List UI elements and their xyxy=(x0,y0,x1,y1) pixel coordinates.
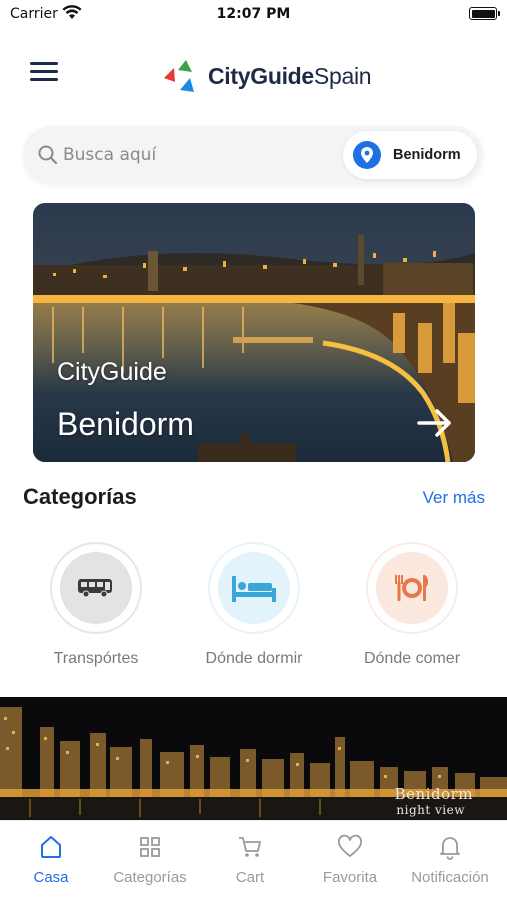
tab-home[interactable]: Casa xyxy=(1,833,101,886)
category-transport[interactable]: Transpórtes xyxy=(26,542,166,668)
categories-section-header: Categorías Ver más xyxy=(23,484,485,516)
app-header: CityGuideSpain xyxy=(0,52,507,100)
bell-icon xyxy=(440,837,460,860)
logo-triangles-icon xyxy=(164,60,194,92)
cart-icon xyxy=(239,837,261,857)
grid-icon xyxy=(140,837,160,857)
category-circle xyxy=(366,542,458,634)
banner-subtitle: night view xyxy=(396,803,465,817)
tab-label: Notificación xyxy=(411,869,489,886)
see-more-link[interactable]: Ver más xyxy=(423,488,485,508)
status-bar: Carrier 12:07 PM xyxy=(0,0,507,30)
night-view-banner[interactable]: Benidorm night view xyxy=(0,697,507,820)
search-icon xyxy=(38,145,58,165)
arrow-right-icon xyxy=(417,409,451,437)
bottom-tab-bar: Casa Categorías Cart Favorita Notificaci… xyxy=(0,820,507,900)
bed-icon xyxy=(232,576,276,602)
hamburger-menu-icon xyxy=(30,62,58,65)
category-sleep[interactable]: Dónde dormir xyxy=(184,542,324,668)
tab-label: Favorita xyxy=(322,869,378,886)
location-label: Benidorm xyxy=(393,147,461,163)
location-selector[interactable]: Benidorm xyxy=(343,131,477,179)
tab-notifications[interactable]: Notificación xyxy=(400,833,500,886)
heart-icon xyxy=(338,834,362,857)
section-title: Categorías xyxy=(23,484,137,509)
app-logo: CityGuideSpain xyxy=(162,56,372,96)
category-circle xyxy=(208,542,300,634)
logo-text: CityGuideSpain xyxy=(208,62,372,89)
hero-title: Benidorm xyxy=(57,406,194,442)
tab-cart[interactable]: Cart xyxy=(200,833,300,886)
category-label: Transpórtes xyxy=(53,650,139,667)
category-label: Dónde comer xyxy=(363,650,461,667)
tab-categories[interactable]: Categorías xyxy=(100,833,200,886)
clock-label: 12:07 PM xyxy=(216,6,291,22)
category-label: Dónde dormir xyxy=(205,650,303,667)
map-pin-icon xyxy=(353,141,381,169)
bus-icon xyxy=(78,579,112,598)
tab-favorites[interactable]: Favorita xyxy=(300,833,400,886)
search-input[interactable] xyxy=(63,140,313,170)
hero-kicker: CityGuide xyxy=(57,358,167,386)
tab-label: Cart xyxy=(235,869,265,886)
hero-card[interactable]: CityGuide Benidorm xyxy=(33,203,475,462)
search-bar: Benidorm xyxy=(23,126,483,184)
tab-label: Categorías xyxy=(113,869,187,886)
menu-button[interactable] xyxy=(30,62,62,88)
category-eat[interactable]: Dónde comer xyxy=(342,542,482,668)
category-circle xyxy=(50,542,142,634)
banner-title: Benidorm xyxy=(394,785,473,803)
plate-cutlery-icon xyxy=(395,575,429,601)
battery-icon xyxy=(469,7,500,20)
tab-label: Casa xyxy=(33,869,69,886)
home-icon xyxy=(41,836,61,858)
